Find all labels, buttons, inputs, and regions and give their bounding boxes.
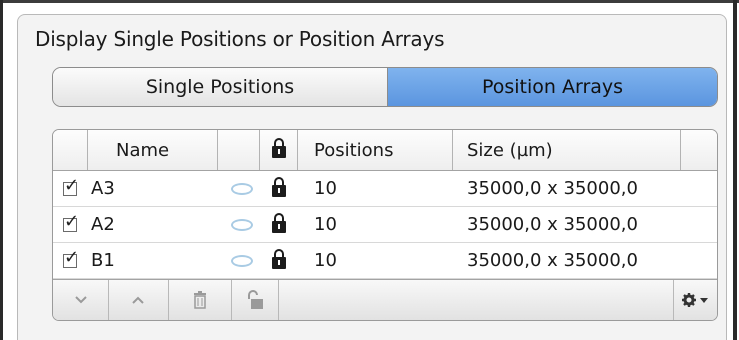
move-up-button[interactable] — [108, 280, 169, 320]
row-checkbox-cell[interactable]: ✓ — [53, 171, 88, 206]
ellipse-icon[interactable] — [231, 254, 253, 267]
table-header-row: Name Positions Size (µm) — [53, 130, 717, 171]
display-mode-segmented-control: Single Positions Position Arrays — [52, 67, 718, 107]
row-size: 35000,0 x 35000,0 — [467, 250, 638, 271]
row-name: A2 — [91, 214, 115, 235]
gear-dropdown-icon — [682, 293, 708, 307]
table-toolbar — [53, 279, 717, 320]
checkmark-icon: ✓ — [64, 210, 80, 232]
row-positions: 10 — [314, 250, 337, 271]
ellipse-icon[interactable] — [231, 182, 253, 195]
row-checkbox-cell[interactable]: ✓ — [53, 243, 88, 278]
row-checkbox-cell[interactable]: ✓ — [53, 207, 88, 242]
lock-icon[interactable] — [272, 248, 286, 269]
chevron-up-icon — [132, 296, 144, 304]
window-top-border — [0, 0, 739, 3]
position-arrays-table: Name Positions Size (µm) ✓ A3 10 35000,0… — [52, 129, 718, 321]
move-down-button[interactable] — [53, 280, 109, 320]
header-size[interactable]: Size (µm) — [453, 130, 681, 170]
checkmark-icon: ✓ — [64, 246, 80, 268]
single-positions-button[interactable]: Single Positions — [53, 68, 388, 106]
row-lock-cell[interactable] — [260, 243, 298, 278]
header-lock-column[interactable] — [260, 130, 298, 170]
row-lock-cell[interactable] — [260, 171, 298, 206]
window-right-border — [733, 0, 737, 340]
row-visibility-cell[interactable] — [218, 207, 260, 242]
delete-button[interactable] — [168, 280, 232, 320]
header-checkbox-column[interactable] — [53, 130, 88, 170]
position-arrays-button[interactable]: Position Arrays — [388, 68, 717, 106]
chevron-down-icon — [74, 296, 87, 304]
unlock-icon — [247, 290, 263, 309]
checkmark-icon: ✓ — [64, 174, 80, 196]
row-visibility-cell[interactable] — [218, 243, 260, 278]
row-checkbox[interactable]: ✓ — [63, 176, 79, 196]
lock-icon[interactable] — [272, 212, 286, 233]
lock-icon — [271, 138, 286, 158]
row-positions: 10 — [314, 178, 337, 199]
row-size: 35000,0 x 35000,0 — [467, 178, 638, 199]
row-checkbox[interactable]: ✓ — [63, 248, 79, 268]
window-left-border — [0, 0, 3, 340]
panel-title: Display Single Positions or Position Arr… — [35, 27, 445, 51]
unlock-button[interactable] — [231, 280, 279, 320]
header-positions[interactable]: Positions — [298, 130, 453, 170]
row-positions: 10 — [314, 214, 337, 235]
table-row[interactable]: ✓ A2 10 35000,0 x 35000,0 — [53, 207, 717, 243]
gear-dropdown-button[interactable] — [673, 280, 717, 320]
trash-icon — [193, 291, 206, 309]
table-row[interactable]: ✓ B1 10 35000,0 x 35000,0 — [53, 243, 717, 279]
ellipse-icon[interactable] — [231, 218, 253, 231]
row-lock-cell[interactable] — [260, 207, 298, 242]
header-filler — [681, 130, 717, 170]
row-name: A3 — [91, 178, 115, 199]
table-row[interactable]: ✓ A3 10 35000,0 x 35000,0 — [53, 171, 717, 207]
row-checkbox[interactable]: ✓ — [63, 212, 79, 232]
lock-icon[interactable] — [272, 176, 286, 197]
header-visibility-column[interactable] — [218, 130, 260, 170]
row-visibility-cell[interactable] — [218, 171, 260, 206]
row-size: 35000,0 x 35000,0 — [467, 214, 638, 235]
header-name[interactable]: Name — [88, 130, 218, 170]
row-name: B1 — [91, 250, 115, 271]
